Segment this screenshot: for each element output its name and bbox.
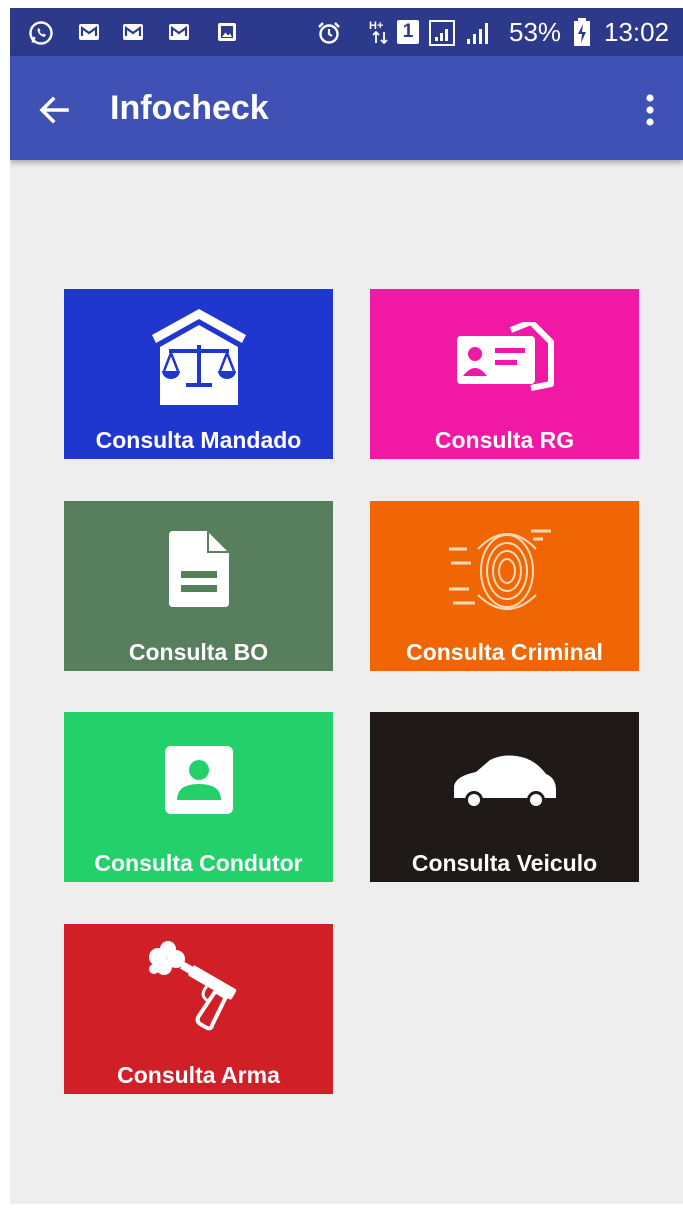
app-bar: Infocheck bbox=[10, 56, 683, 160]
fingerprint-icon bbox=[370, 515, 639, 623]
id-card-icon bbox=[370, 303, 639, 411]
app-screen: H+ 1 53% 13:02 Infocheck Consulta Mandad… bbox=[10, 8, 683, 1204]
back-button[interactable] bbox=[30, 86, 78, 134]
tile-consulta-mandado[interactable]: Consulta Mandado bbox=[64, 289, 333, 459]
tile-consulta-veiculo[interactable]: Consulta Veiculo bbox=[370, 712, 639, 882]
gmail-icon bbox=[121, 20, 145, 49]
alarm-icon bbox=[316, 20, 342, 51]
tile-label: Consulta Criminal bbox=[406, 639, 603, 665]
whatsapp-icon bbox=[28, 20, 54, 51]
battery-percent: 53% bbox=[509, 17, 562, 47]
tile-consulta-condutor[interactable]: Consulta Condutor bbox=[64, 712, 333, 882]
tile-label: Consulta Mandado bbox=[95, 427, 302, 453]
clock: 13:02 bbox=[604, 17, 670, 47]
arrow-back-icon bbox=[39, 96, 69, 124]
tile-label: Consulta Condutor bbox=[94, 850, 303, 876]
sim-icon: 1 bbox=[397, 20, 419, 44]
tile-label: Consulta BO bbox=[128, 639, 269, 665]
document-icon bbox=[64, 515, 333, 623]
image-icon bbox=[215, 20, 239, 49]
tile-label: Consulta Veiculo bbox=[411, 850, 598, 876]
gmail-icon bbox=[167, 20, 191, 49]
tile-consulta-rg[interactable]: Consulta RG bbox=[370, 289, 639, 459]
tile-consulta-bo[interactable]: Consulta BO bbox=[64, 501, 333, 671]
battery-charging-icon bbox=[573, 18, 591, 51]
gmail-icon bbox=[77, 20, 101, 49]
tile-label: Consulta RG bbox=[434, 427, 575, 453]
tile-consulta-arma[interactable]: Consulta Arma bbox=[64, 924, 333, 1094]
contact-card-icon bbox=[64, 726, 333, 834]
gun-icon bbox=[64, 938, 333, 1046]
tile-consulta-criminal[interactable]: Consulta Criminal bbox=[370, 501, 639, 671]
courthouse-scales-icon bbox=[64, 303, 333, 411]
status-bar: H+ 1 53% 13:02 bbox=[10, 8, 683, 56]
network-type-icon: H+ bbox=[368, 18, 392, 51]
sim-number: 1 bbox=[402, 21, 414, 42]
signal-icon bbox=[429, 20, 459, 51]
tile-label: Consulta Arma bbox=[117, 1062, 280, 1088]
app-title: Infocheck bbox=[110, 89, 269, 127]
signal-icon bbox=[465, 20, 491, 51]
overflow-menu-button[interactable] bbox=[632, 86, 668, 134]
svg-text:H+: H+ bbox=[369, 20, 383, 32]
more-vert-icon bbox=[646, 94, 654, 126]
car-icon bbox=[370, 726, 639, 834]
